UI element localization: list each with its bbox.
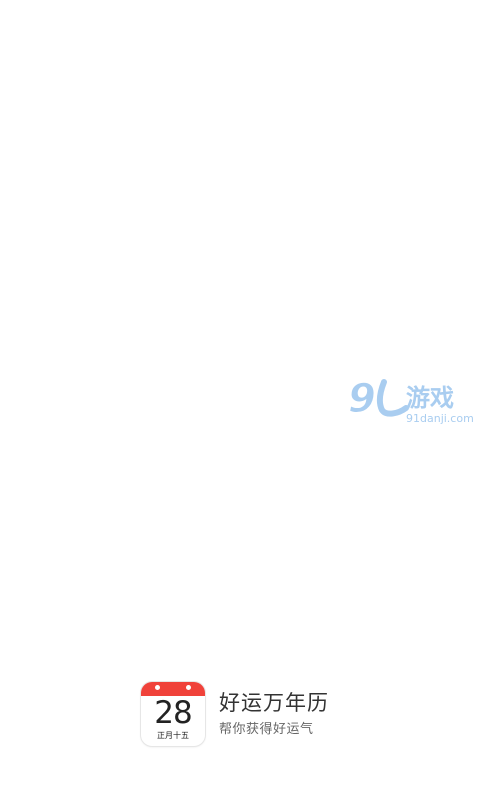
watermark-swoosh-icon — [376, 379, 409, 417]
calendar-header-bar — [141, 682, 205, 696]
app-brand: 28 正月十五 好运万年历 帮你获得好运气 — [141, 681, 329, 747]
calendar-lunar-date: 正月十五 — [157, 731, 189, 740]
watermark-site: 91danji.com — [406, 412, 474, 425]
app-brand-text: 好运万年历 帮你获得好运气 — [219, 690, 329, 738]
watermark-logo-number: 9 — [348, 376, 376, 422]
watermark-logo-text: 游戏 — [406, 384, 454, 412]
splash-screen: 9 游戏 91danji.com 28 正月十五 好运万年历 帮你获得好运气 — [0, 0, 480, 800]
calendar-day-number: 28 — [154, 695, 192, 731]
watermark-logo: 9 游戏 91danji.com — [346, 372, 480, 428]
calendar-ring-icon — [155, 685, 160, 690]
app-slogan: 帮你获得好运气 — [219, 722, 314, 737]
calendar-app-icon: 28 正月十五 — [141, 682, 205, 746]
app-name: 好运万年历 — [219, 691, 329, 715]
calendar-ring-icon — [186, 685, 191, 690]
